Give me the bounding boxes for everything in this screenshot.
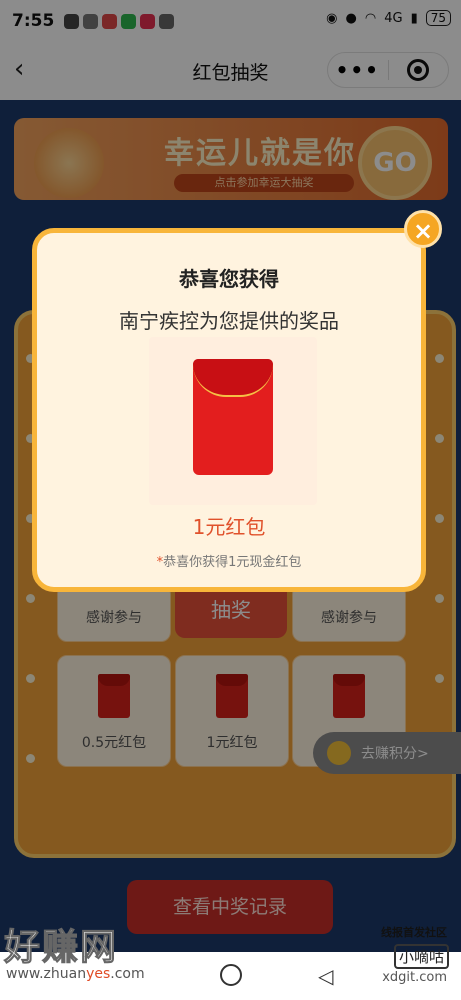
red-envelope-icon [193,359,273,475]
dialog-heading: 恭喜您获得 [179,267,279,291]
watermark-right-top: 线报首发社区 [381,926,447,939]
back-triangle-icon[interactable]: ◁ [318,964,333,988]
close-dialog-button[interactable]: × [404,210,442,248]
watermark-domain: www.zhuanyes.com [6,966,145,982]
watermark-domain-b: yes [86,966,111,982]
dialog-provider: 南宁疾控为您提供的奖品 [119,309,339,333]
note-text: 恭喜你获得1元现金红包 [163,555,302,570]
watermark-right-mid: 小嘀咕 [393,944,449,969]
home-icon[interactable] [220,964,242,986]
prize-dialog: 恭喜您获得 南宁疾控为您提供的奖品 1元红包 *恭喜你获得1元现金红包 [32,228,426,592]
watermark-domain-a: www.zhuan [6,966,87,982]
watermark-domain-c: .com [110,966,145,982]
watermark-logo: 好赚网 [3,927,119,969]
prize-note: *恭喜你获得1元现金红包 [37,551,421,570]
watermark-right-bottom: xdgit.com [382,970,447,985]
prize-image [149,337,317,505]
prize-amount: 1元红包 [192,515,266,539]
